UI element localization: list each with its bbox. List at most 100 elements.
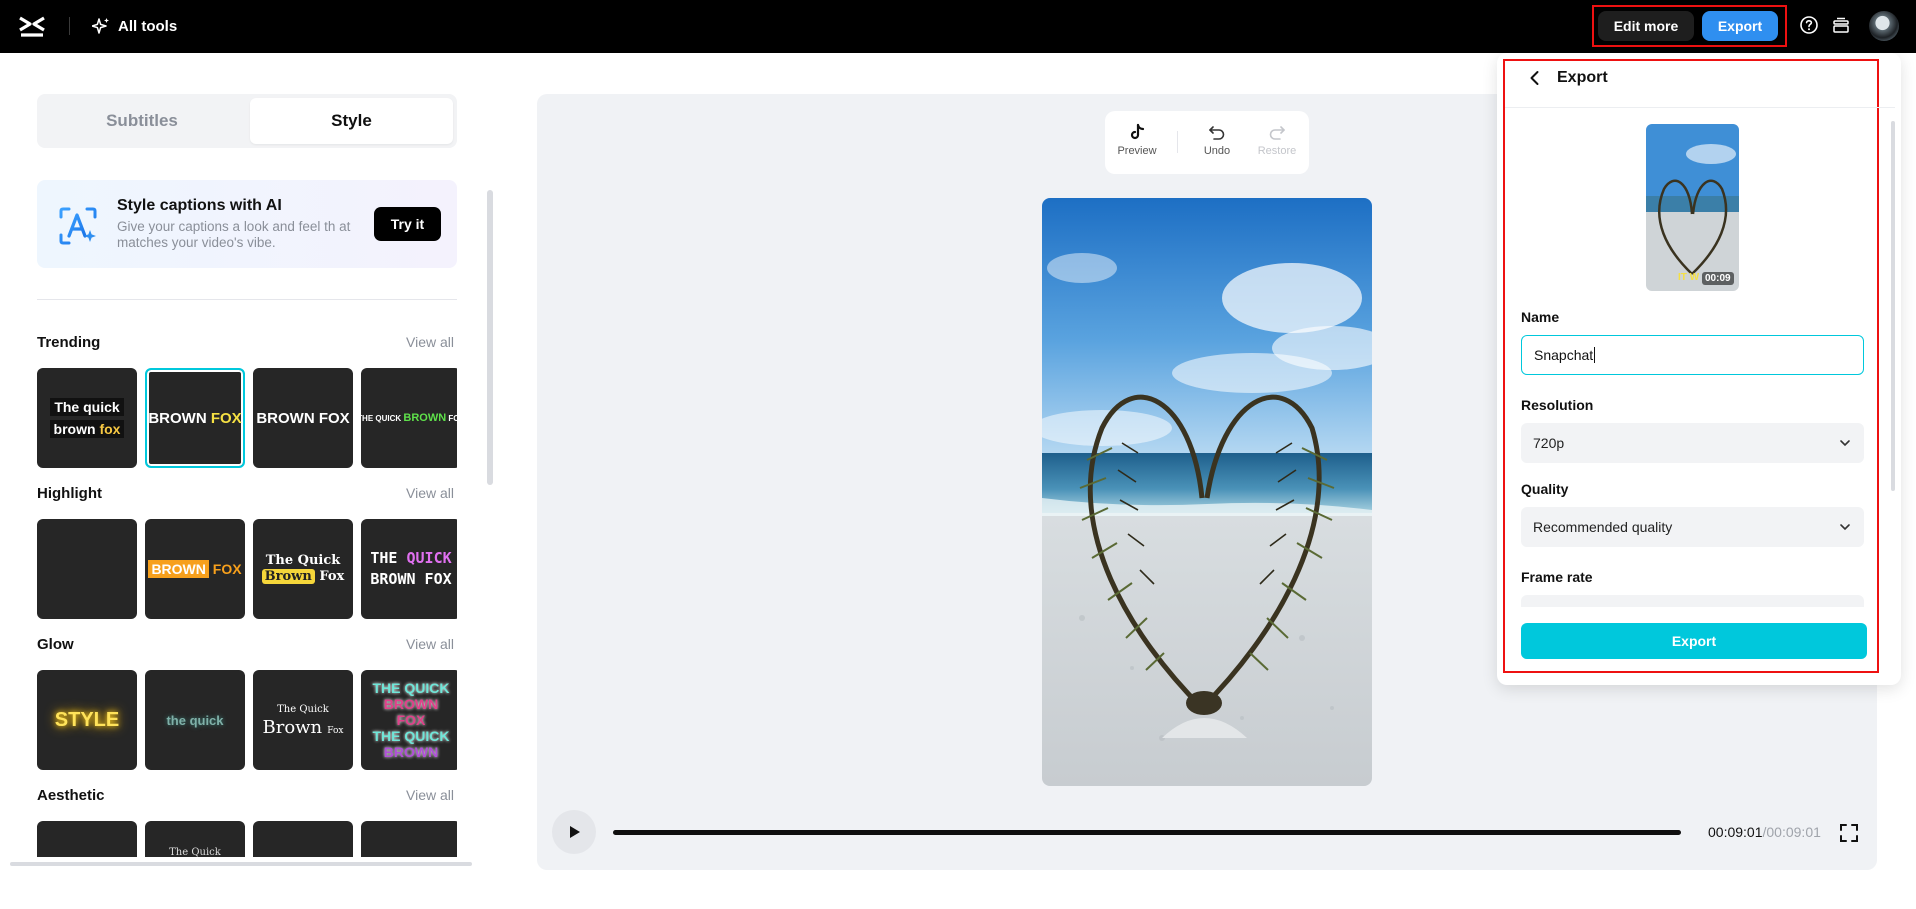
avatar[interactable] [1869, 11, 1899, 41]
chevron-down-icon [1840, 524, 1850, 531]
tile-text: Fox [327, 725, 344, 736]
ai-card-description: Give your captions a look and feel th at… [117, 219, 351, 250]
tile-text: FOX [448, 414, 457, 423]
section-title-glow: Glow [37, 636, 74, 653]
name-input-value: Snapchat [1534, 347, 1594, 363]
style-tile[interactable]: THE QUICK BROWN FOX [361, 368, 457, 468]
layers-icon[interactable] [1830, 15, 1852, 37]
tile-text: Fox [319, 569, 345, 584]
chevron-down-icon [1840, 440, 1850, 447]
tile-text: BROWN [403, 412, 447, 424]
undo-label: Undo [1203, 145, 1231, 157]
tile-text: BROWN FOX [256, 409, 350, 427]
view-all-aesthetic[interactable]: View all [406, 787, 454, 803]
fullscreen-icon[interactable] [1838, 822, 1860, 844]
section-title-highlight: Highlight [37, 485, 102, 502]
style-tile[interactable]: The quick brown fox [37, 368, 137, 468]
view-all-trending[interactable]: View all [406, 334, 454, 350]
tile-text: the quick [166, 712, 224, 728]
tile-text: FOX [212, 561, 242, 577]
preview-button[interactable]: Preview [1112, 123, 1162, 157]
ai-card-title: Style captions with AI [117, 197, 282, 214]
tile-text: THE QUICK [361, 414, 402, 423]
tile-text: fox [99, 421, 121, 437]
tab-style[interactable]: Style [250, 98, 453, 144]
thumb-caption: IT W [1678, 272, 1700, 283]
style-tile[interactable]: The Quick Brown Fox [253, 670, 353, 770]
video-preview[interactable] [1042, 198, 1372, 786]
restore-label: Restore [1257, 145, 1297, 157]
export-thumbnail [1646, 124, 1739, 291]
undo-button[interactable]: Undo [1192, 123, 1242, 157]
preview-label: Preview [1117, 145, 1157, 157]
style-tile[interactable]: STYLE [37, 670, 137, 770]
export-button[interactable]: Export [1521, 623, 1867, 659]
horizontal-scrollbar[interactable] [10, 862, 472, 866]
capcut-logo-icon[interactable] [18, 13, 46, 39]
style-tile[interactable]: the quick [145, 670, 245, 770]
quality-label: Quality [1521, 481, 1569, 497]
resolution-select[interactable]: 720p [1521, 423, 1864, 463]
ai-text-icon [59, 207, 97, 245]
undo-icon [1209, 126, 1225, 140]
style-tile[interactable]: BROWN FOX [145, 519, 245, 619]
style-tile[interactable]: THE QUICK BROWN FOX [361, 519, 457, 619]
section-title-trending: Trending [37, 334, 101, 351]
trending-row: The quick brown fox BROWN FOX BROWN FOX … [37, 368, 457, 468]
current-time: 00:09:01 [1708, 824, 1763, 840]
view-all-glow[interactable]: View all [406, 636, 454, 652]
sparkle-icon [92, 18, 109, 34]
tile-text: FOX [396, 712, 426, 728]
thumb-duration: 00:09 [1702, 272, 1734, 285]
restore-button[interactable]: Restore [1252, 123, 1302, 157]
quality-select[interactable]: Recommended quality [1521, 507, 1864, 547]
export-panel-title: Export [1557, 69, 1608, 86]
tile-text: FOX [210, 409, 242, 427]
style-tile[interactable]: The Quick Brown Fox [253, 519, 353, 619]
glow-row: STYLE the quick The Quick Brown Fox THE … [37, 670, 457, 770]
tab-subtitles[interactable]: Subtitles [37, 94, 247, 148]
all-tools-label: All tools [118, 17, 178, 35]
style-tile[interactable]: BROWN FOX [253, 368, 353, 468]
duration: 00:09:01 [1766, 824, 1821, 840]
divider [37, 299, 457, 300]
play-button[interactable] [552, 810, 596, 854]
topbar-divider [69, 17, 70, 35]
time-display: 00:09:01/00:09:01 [1708, 824, 1821, 840]
tiktok-icon [1130, 123, 1145, 140]
frame-rate-select[interactable] [1521, 595, 1864, 607]
tile-text: The quick [50, 398, 124, 416]
style-tile[interactable] [253, 821, 353, 857]
tile-text: BROWN [148, 409, 207, 427]
tile-text: BROWN [148, 560, 209, 578]
playback-progress-bar[interactable] [613, 830, 1681, 835]
style-tile[interactable]: THE QUICK BROWN FOX THE QUICK BROWN [361, 670, 457, 770]
help-circle-icon[interactable] [1798, 14, 1820, 36]
tile-text: BROWN FOX [370, 570, 452, 588]
style-tile[interactable] [37, 821, 137, 857]
tile-text: BROWN [383, 696, 439, 712]
back-arrow-icon[interactable] [1525, 68, 1545, 88]
try-it-button[interactable]: Try it [374, 207, 441, 241]
tile-text: THE QUICK [372, 728, 450, 744]
text-cursor [1594, 347, 1596, 363]
style-tile[interactable] [37, 519, 137, 619]
tile-text: QUICK [406, 549, 452, 567]
name-input[interactable]: Snapchat [1521, 335, 1864, 375]
tile-text: THE [370, 549, 398, 567]
style-tile-selected[interactable]: BROWN FOX [145, 368, 245, 468]
tile-text: The Quick [265, 553, 341, 568]
all-tools-button[interactable]: All tools [92, 14, 177, 38]
divider [1505, 107, 1895, 108]
highlight-row: BROWN FOX The Quick Brown Fox THE QUICK … [37, 519, 457, 619]
view-all-highlight[interactable]: View all [406, 485, 454, 501]
redo-icon [1269, 126, 1285, 140]
style-tile[interactable]: The Quick [145, 821, 245, 857]
section-title-aesthetic: Aesthetic [37, 787, 105, 804]
frame-rate-label: Frame rate [1521, 569, 1593, 585]
tile-text: Brown [261, 569, 315, 584]
left-panel-scrollbar[interactable] [487, 190, 493, 485]
style-tile[interactable] [361, 821, 457, 857]
export-panel-scrollbar[interactable] [1891, 121, 1895, 491]
tile-text: THE QUICK [372, 680, 450, 696]
